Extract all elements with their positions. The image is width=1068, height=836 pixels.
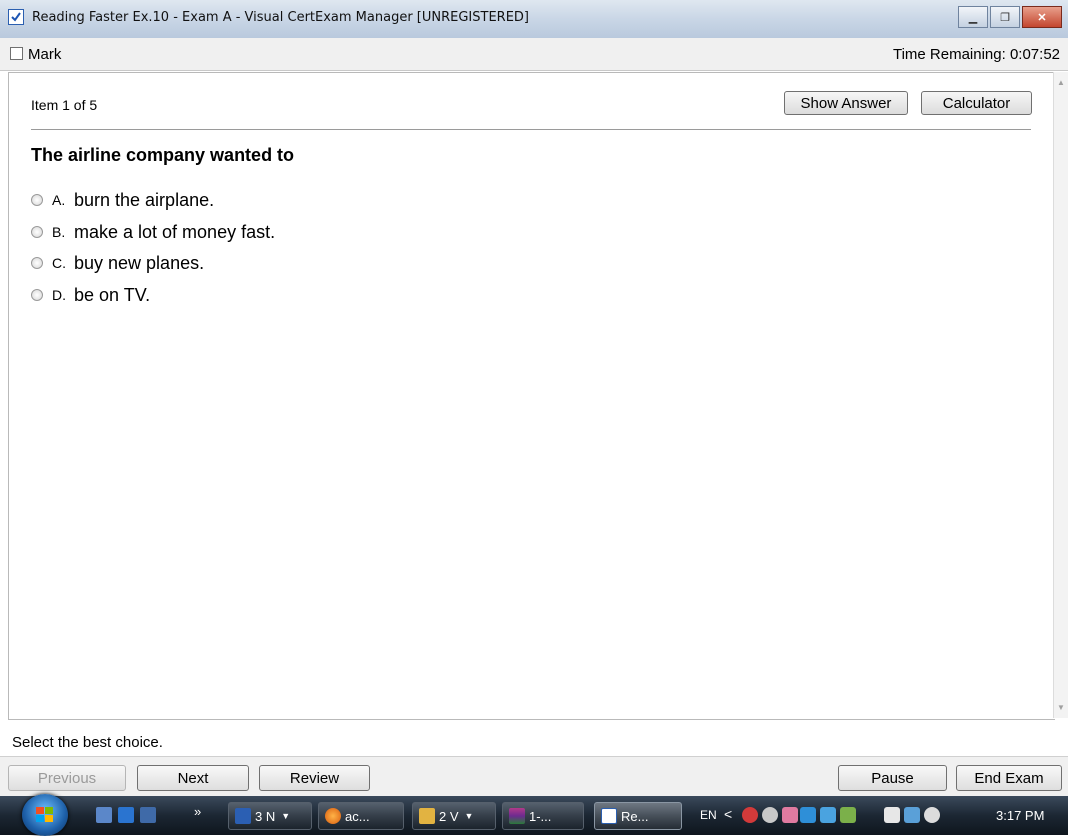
tray-app-icon[interactable]: [782, 807, 798, 823]
choice-b[interactable]: B. make a lot of money fast.: [31, 220, 275, 244]
taskbar-item-label: 1-...: [529, 808, 552, 824]
volume-icon[interactable]: [924, 807, 940, 823]
choice-text: burn the airplane.: [74, 189, 215, 210]
start-button[interactable]: [22, 794, 68, 836]
windows-logo-icon: [36, 807, 53, 822]
title-bar: Reading Faster Ex.10 - Exam A - Visual C…: [0, 0, 1068, 39]
show-answer-button[interactable]: Show Answer: [784, 91, 908, 115]
pause-button[interactable]: Pause: [838, 765, 947, 791]
next-button[interactable]: Next: [137, 765, 249, 791]
radio-button[interactable]: [31, 289, 43, 301]
dropdown-arrow-icon: ▼: [464, 811, 474, 821]
choice-text: be on TV.: [74, 284, 151, 305]
scroll-up-icon[interactable]: ▲: [1057, 78, 1065, 87]
time-remaining: Time Remaining: 0:07:52: [892, 46, 1060, 63]
language-indicator[interactable]: EN: [700, 808, 717, 822]
choice-letter: A.: [52, 192, 66, 208]
taskbar-item-label: ac...: [345, 808, 370, 824]
battery-icon[interactable]: [884, 807, 900, 823]
restore-button[interactable]: ❐: [990, 6, 1020, 28]
divider: [31, 129, 1031, 130]
choice-text: make a lot of money fast.: [74, 221, 276, 242]
mark-label: Mark: [28, 46, 62, 63]
navigation-bar: Previous Next Review Pause End Exam: [0, 756, 1068, 797]
taskbar-item[interactable]: 3 N ▼: [228, 802, 312, 830]
clock[interactable]: 3:17 PM: [996, 808, 1044, 823]
taskbar-item-active[interactable]: Re...: [594, 802, 682, 830]
taskbar-item[interactable]: 1-...: [502, 802, 584, 830]
media-player-icon[interactable]: [118, 807, 134, 823]
calculator-button[interactable]: Calculator: [921, 91, 1032, 115]
overflow-chevron-icon[interactable]: »: [194, 804, 201, 819]
previous-button[interactable]: Previous: [8, 765, 126, 791]
scroll-down-icon[interactable]: ▼: [1057, 703, 1065, 712]
taskbar-item[interactable]: ac...: [318, 802, 404, 830]
choice-c[interactable]: C. buy new planes.: [31, 251, 204, 275]
folder-icon: [419, 808, 435, 824]
item-counter: Item 1 of 5: [31, 97, 98, 113]
review-button[interactable]: Review: [259, 765, 370, 791]
tray-app-icon[interactable]: [800, 807, 816, 823]
choice-letter: C.: [52, 255, 66, 271]
choice-text: buy new planes.: [74, 252, 205, 273]
radio-button[interactable]: [31, 194, 43, 206]
messenger-icon[interactable]: [762, 807, 778, 823]
question-text: The airline company wanted to: [31, 145, 295, 165]
network-status-icon[interactable]: [904, 807, 920, 823]
end-exam-button[interactable]: End Exam: [956, 765, 1062, 791]
question-panel: Item 1 of 5 Show Answer Calculator The a…: [8, 72, 1055, 720]
tray-app-icon[interactable]: [840, 807, 856, 823]
firefox-icon: [325, 808, 341, 824]
network-icon[interactable]: [820, 807, 836, 823]
mark-checkbox[interactable]: [10, 47, 23, 60]
choice-a[interactable]: A. burn the airplane.: [31, 188, 214, 212]
dropdown-arrow-icon: ▼: [281, 811, 291, 821]
close-button[interactable]: ✕: [1022, 6, 1062, 28]
switch-windows-icon[interactable]: [140, 807, 156, 823]
taskbar-item-label: 3 N: [255, 808, 276, 824]
mark-bar: Mark Time Remaining: 0:07:52: [0, 38, 1068, 71]
word-icon: [235, 808, 251, 824]
taskbar-item-label: 2 V: [439, 808, 459, 824]
radio-button[interactable]: [31, 226, 43, 238]
radio-button[interactable]: [31, 257, 43, 269]
choice-letter: D.: [52, 287, 66, 303]
certexam-icon: [601, 808, 617, 824]
choice-d[interactable]: D. be on TV.: [31, 283, 150, 307]
minimize-button[interactable]: ▁: [958, 6, 988, 28]
window-controls: ▁ ❐ ✕: [956, 6, 1062, 28]
app-checkbox-icon: [8, 9, 24, 25]
instruction-text: Select the best choice.: [12, 734, 163, 751]
taskbar-item[interactable]: 2 V ▼: [412, 802, 496, 830]
archive-icon: [509, 808, 525, 824]
tray-expand-icon[interactable]: <: [724, 806, 732, 822]
taskbar-item-label: Re...: [621, 808, 649, 824]
choice-letter: B.: [52, 224, 66, 240]
taskbar: » 3 N ▼ ac... 2 V ▼ 1-... Re... EN < 3:1…: [0, 794, 1068, 836]
vertical-scrollbar[interactable]: ▲ ▼: [1053, 72, 1068, 718]
show-desktop-icon[interactable]: [96, 807, 112, 823]
window-title: Reading Faster Ex.10 - Exam A - Visual C…: [32, 10, 529, 25]
security-icon[interactable]: [742, 807, 758, 823]
